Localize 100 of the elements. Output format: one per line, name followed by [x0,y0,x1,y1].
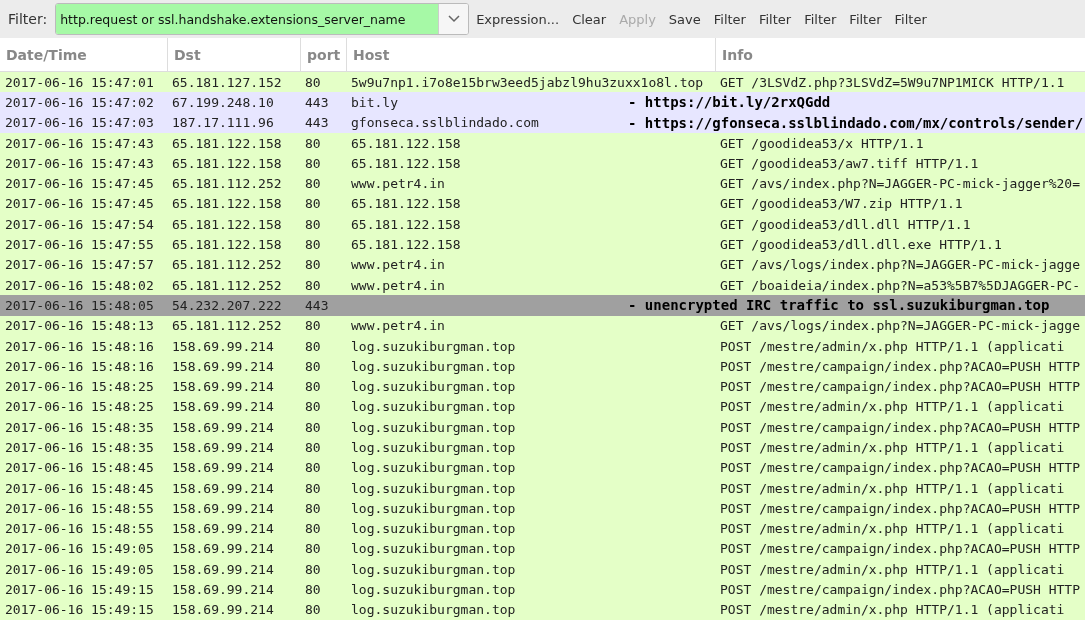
packet-row[interactable]: 2017-06-16 15:49:05 158.69.99.214 80 log.suzukiburgman.top POST /mestre/campaign/index.php?ACAO=PUSH HTTP [0,538,1085,560]
packet-row[interactable]: 2017-06-16 15:48:55 158.69.99.214 80 log.suzukiburgman.top POST /mestre/campaign/index.php?ACAO=PUSH HTTP [0,498,1085,519]
toolbar-button[interactable]: Clear [566,11,613,27]
table-cell-text: 443 [304,115,330,131]
toolbar-button[interactable]: Expression... [470,11,566,27]
table-cell-text: GET /avs/index.php?N=JAGGER-PC-mick-jagger%20= [719,176,1082,192]
packet-row[interactable]: 2017-06-16 15:47:43 65.181.122.158 80 65.181.122.158 GET /goodidea53/aw7.tiff HTTP/1.1 [0,153,1085,174]
table-cell-text: POST /mestre/campaign/index.php?ACAO=PUSH HTTP [719,419,1082,435]
table-cell-text: 2017-06-16 15:48:25 [4,399,155,415]
table-cell-text: log.suzukiburgman.top [350,602,517,618]
table-cell-text: 80 [304,358,322,374]
packet-row[interactable]: 2017-06-16 15:47:45 65.181.122.158 80 65.181.122.158 GET /goodidea53/W7.zip HTTP/1.1 [0,193,1085,215]
packet-row[interactable]: 2017-06-16 15:48:55 158.69.99.214 80 log.suzukiburgman.top POST /mestre/admin/x.php HTTP/1.1 (applicati [0,518,1085,539]
packet-row[interactable]: 2017-06-16 15:48:45 158.69.99.214 80 log.suzukiburgman.top POST /mestre/admin/x.php HTTP/1.1 (applicati [0,477,1085,499]
table-cell-text: 2017-06-16 15:48:55 [4,521,155,537]
packet-row[interactable]: 2017-06-16 15:47:45 65.181.112.252 80 www.petr4.in GET /avs/index.php?N=JAGGER-PC-mick-jagger%20= [0,173,1085,194]
table-cell-text: log.suzukiburgman.top [350,399,517,415]
table-cell-text: 158.69.99.214 [171,379,275,395]
packet-row[interactable]: 2017-06-16 15:48:16 158.69.99.214 80 log.suzukiburgman.top POST /mestre/campaign/index.php?ACAO=PUSH HTTP [0,356,1085,377]
table-cell-text: 2017-06-16 15:48:45 [4,460,155,476]
packet-row[interactable]: 2017-06-16 15:48:16 158.69.99.214 80 log.suzukiburgman.top POST /mestre/admin/x.php HTTP/1.1 (applicati [0,335,1085,357]
table-cell-text: www.petr4.in [350,257,446,273]
table-cell-text: www.petr4.in [350,277,446,293]
packet-row[interactable]: 2017-06-16 15:47:43 65.181.122.158 80 65.181.122.158 GET /goodidea53/x HTTP/1.1 [0,132,1085,154]
table-cell-text: 65.181.122.158 [171,196,283,212]
table-cell-text: 2017-06-16 15:48:55 [4,500,155,516]
table-cell-text: 80 [304,582,322,598]
toolbar-button[interactable]: Filter [707,11,752,27]
table-cell-text: POST /mestre/campaign/index.php?ACAO=PUSH HTTP [719,358,1082,374]
table-cell-text: 2017-06-16 15:48:35 [4,440,155,455]
table-cell-text: 65.181.122.158 [350,196,462,212]
column-header[interactable]: Date/Time [0,38,167,71]
packet-row[interactable]: 2017-06-16 15:49:15 158.69.99.214 80 log.suzukiburgman.top POST /mestre/admin/x.php HTTP/1.1 (applicati [0,599,1085,620]
table-cell-text: POST /mestre/campaign/index.php?ACAO=PUSH HTTP [719,500,1082,516]
table-cell-text: 80 [304,379,322,395]
filter-field[interactable]: http.request or ssl.handshake.extensions_server_name [55,3,470,35]
dropdown-button[interactable] [438,4,469,34]
packet-row[interactable]: 2017-06-16 15:47:55 65.181.122.158 80 65.181.122.158 GET /goodidea53/dll.dll.exe HTTP/1.1 [0,234,1085,255]
packet-row[interactable]: 2017-06-16 15:48:05 54.232.207.222 443 - unencrypted IRC traffic to ssl.suzukiburgman.top [0,295,1085,316]
packet-row[interactable]: 2017-06-16 15:47:03 187.17.111.96 443 gfonseca.sslblindado.com - https://gfonseca.sslblindado.com/mx/controls/sender/ [0,112,1085,133]
table-cell-text: 80 [304,480,322,496]
table-cell-text: log.suzukiburgman.top [350,379,517,395]
table-cell-text: 80 [304,500,322,516]
table-cell-text: POST /mestre/campaign/index.php?ACAO=PUSH HTTP [719,541,1082,557]
table-cell-text: 2017-06-16 15:48:05 [4,297,155,313]
packet-row[interactable]: 2017-06-16 15:49:05 158.69.99.214 80 log.suzukiburgman.top POST /mestre/admin/x.php HTTP/1.1 (applicati [0,559,1085,580]
table-cell-text: 2017-06-16 15:47:45 [4,176,155,192]
packet-row[interactable]: 2017-06-16 15:48:25 158.69.99.214 80 log.suzukiburgman.top POST /mestre/admin/x.php HTTP/1.1 (applicati [0,396,1085,418]
packet-row[interactable]: 2017-06-16 15:48:35 158.69.99.214 80 log.suzukiburgman.top POST /mestre/campaign/index.php?ACAO=PUSH HTTP [0,417,1085,438]
table-cell-text: 65.181.122.158 [350,216,462,232]
packet-row[interactable]: 2017-06-16 15:48:13 65.181.112.252 80 www.petr4.in GET /avs/logs/index.php?N=JAGGER-PC-mick-jagge [0,315,1085,336]
table-cell-text: 5w9u7np1.i7o8e15brw3eed5jabzl9hu3zuxx1o8l.top [350,74,705,90]
toolbar-button[interactable]: Filter [843,11,888,27]
table-cell-text: 80 [304,74,322,90]
column-header[interactable]: Dst [167,38,300,71]
table-cell-text: 65.181.122.158 [171,237,283,252]
table-cell-text: 65.181.122.158 [171,155,283,171]
packet-row[interactable]: 2017-06-16 15:48:45 158.69.99.214 80 log.suzukiburgman.top POST /mestre/campaign/index.php?ACAO=PUSH HTTP [0,457,1085,478]
table-cell-text: 158.69.99.214 [171,561,275,577]
table-cell-text: GET /goodidea53/dll.dll HTTP/1.1 [719,216,972,232]
table-cell-text: 2017-06-16 15:47:01 [4,74,155,90]
toolbar-button[interactable]: Filter [798,11,843,27]
toolbar-button[interactable]: Filter [888,11,933,27]
toolbar-button[interactable]: Save [662,11,707,27]
table-cell-text: 80 [304,338,322,354]
table-cell-text: 187.17.111.96 [171,115,275,131]
table-cell-text: 158.69.99.214 [171,460,275,476]
table-cell-text: 80 [304,561,322,577]
table-cell-text: 65.181.122.158 [350,135,462,151]
table-cell-text: 2017-06-16 15:48:02 [4,277,155,293]
table-cell-text: log.suzukiburgman.top [350,541,517,557]
table-cell-text: POST /mestre/admin/x.php HTTP/1.1 (applicati [719,521,1066,537]
table-cell-text: GET /goodidea53/dll.dll.exe HTTP/1.1 [719,237,1003,252]
table-cell-text: 2017-06-16 15:47:54 [4,216,155,232]
table-cell-text: 158.69.99.214 [171,338,275,354]
table-cell-text: log.suzukiburgman.top [350,561,517,577]
packet-row[interactable]: 2017-06-16 15:47:57 65.181.112.252 80 www.petr4.in GET /avs/logs/index.php?N=JAGGER-PC-mick-jagge [0,254,1085,275]
column-header[interactable]: Info [715,38,1085,71]
toolbar-button[interactable]: Filter [752,11,798,27]
table-cell-text: 158.69.99.214 [171,500,275,516]
packet-row[interactable]: 2017-06-16 15:48:25 158.69.99.214 80 log.suzukiburgman.top POST /mestre/campaign/index.php?ACAO=PUSH HTTP [0,376,1085,397]
table-cell-text: log.suzukiburgman.top [350,480,517,496]
table-cell-text: 80 [304,277,322,293]
table-cell-text: 158.69.99.214 [171,419,275,435]
packet-row[interactable]: 2017-06-16 15:48:35 158.69.99.214 80 log.suzukiburgman.top POST /mestre/admin/x.php HTTP/1.1 (applicati [0,437,1085,458]
column-header[interactable]: Host [346,38,715,71]
packet-row[interactable]: 2017-06-16 15:47:02 67.199.248.10 443 bit.ly - https://bit.ly/2rxQGdd [0,92,1085,113]
table-cell-text: 158.69.99.214 [171,582,275,598]
table-cell-text: - https://bit.ly/2rxQGdd [627,94,832,111]
table-cell-text: www.petr4.in [350,318,446,334]
packet-row[interactable]: 2017-06-16 15:47:54 65.181.122.158 80 65.181.122.158 GET /goodidea53/dll.dll HTTP/1.1 [0,214,1085,235]
packet-row[interactable]: 2017-06-16 15:49:15 158.69.99.214 80 log.suzukiburgman.top POST /mestre/campaign/index.php?ACAO=PUSH HTTP [0,579,1085,600]
packet-row[interactable]: 2017-06-16 15:48:02 65.181.112.252 80 www.petr4.in GET /boaideia/index.php?N=a53%5B7%5DJAGGER-PC- [0,274,1085,296]
packet-row[interactable]: 2017-06-16 15:47:01 65.181.127.152 80 5w9u7np1.i7o8e15brw3eed5jabzl9hu3zuxx1o8l.top GET /3LSVdZ.php?3LSVdZ=5W9u7NP1MICK HTTP/1.1 [0,72,1085,93]
table-cell-text: 158.69.99.214 [171,358,275,374]
table-cell-text: 80 [304,541,322,557]
column-header[interactable]: port [300,38,346,71]
table-cell-text: 80 [304,216,322,232]
table-cell-text: 158.69.99.214 [171,602,275,618]
table-cell-text: 2017-06-16 15:47:55 [4,237,155,252]
